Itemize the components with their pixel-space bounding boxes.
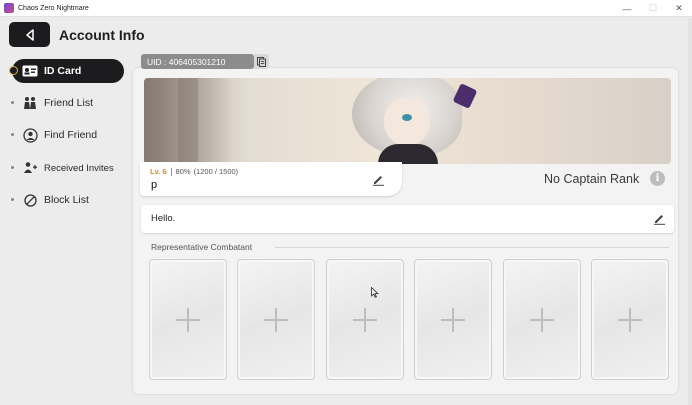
uid-label: UID : 406405301210 [141, 54, 254, 69]
sidebar-item-block-list[interactable]: Block List [12, 188, 124, 212]
block-icon [22, 192, 38, 208]
window-scrollbar[interactable] [688, 18, 692, 405]
plus-icon [441, 307, 465, 332]
pencil-icon [653, 214, 665, 225]
minimize-button[interactable]: — [614, 0, 640, 17]
maximize-button[interactable]: ☐ [640, 0, 666, 17]
window-title: Chaos Zero Nightmare [18, 4, 89, 12]
app-icon [4, 3, 14, 13]
mouse-cursor-icon [371, 287, 379, 298]
combatant-slot-2[interactable] [237, 259, 315, 380]
greeting-text: Hello. [151, 213, 176, 224]
copy-uid-button[interactable] [254, 54, 269, 69]
back-arrow-icon [25, 28, 34, 41]
plus-icon [618, 307, 642, 332]
profile-banner-image [144, 78, 671, 164]
window-title-bar: Chaos Zero Nightmare — ☐ ✕ [0, 0, 692, 17]
representative-combatant-title: Representative Combatant [151, 242, 253, 252]
combatant-slot-4[interactable] [414, 259, 492, 380]
combatant-slot-5[interactable] [503, 259, 581, 380]
find-friend-icon [22, 127, 38, 143]
sidebar-item-label: Find Friend [44, 129, 98, 141]
plus-icon [530, 307, 554, 332]
info-icon[interactable]: i [650, 171, 665, 186]
plus-icon [176, 307, 200, 332]
plus-icon [264, 307, 288, 332]
edit-greeting-button[interactable] [652, 211, 666, 225]
close-button[interactable]: ✕ [666, 0, 692, 17]
combatant-slot-3[interactable] [326, 259, 404, 380]
edit-name-button[interactable] [371, 172, 385, 186]
exp-detail: (1200 / 1500) [193, 167, 239, 176]
sidebar-item-label: ID Card [44, 65, 82, 77]
back-button[interactable] [9, 22, 50, 47]
level-label: Lv. 6 [150, 167, 167, 176]
sidebar-item-friend-list[interactable]: Friend List [12, 91, 124, 115]
level-row: Lv. 6 80% (1200 / 1500) [150, 167, 238, 176]
combatant-slot-1[interactable] [149, 259, 227, 380]
window-controls: — ☐ ✕ [614, 0, 692, 17]
invites-icon [22, 160, 38, 176]
copy-icon [257, 56, 266, 67]
sidebar-item-label: Received Invites [44, 162, 114, 174]
captain-rank: No Captain Rank [544, 172, 640, 186]
active-indicator [9, 66, 18, 75]
sidebar-item-id-card[interactable]: ID Card [12, 59, 124, 83]
page-title: Account Info [59, 27, 145, 43]
plus-icon [353, 307, 377, 332]
exp-percent: 80% [175, 167, 191, 176]
combatant-slot-6[interactable] [591, 259, 669, 380]
sidebar-item-find-friend[interactable]: Find Friend [12, 123, 124, 147]
sidebar-item-label: Block List [44, 194, 89, 206]
sidebar-item-received-invites[interactable]: Received Invites [12, 156, 124, 180]
friends-icon [22, 95, 38, 111]
pencil-icon [372, 175, 384, 186]
divider [275, 247, 669, 248]
id-card-icon [22, 63, 38, 79]
player-name: p [151, 179, 158, 191]
sidebar-item-label: Friend List [44, 97, 94, 109]
greeting-field[interactable] [141, 205, 674, 233]
